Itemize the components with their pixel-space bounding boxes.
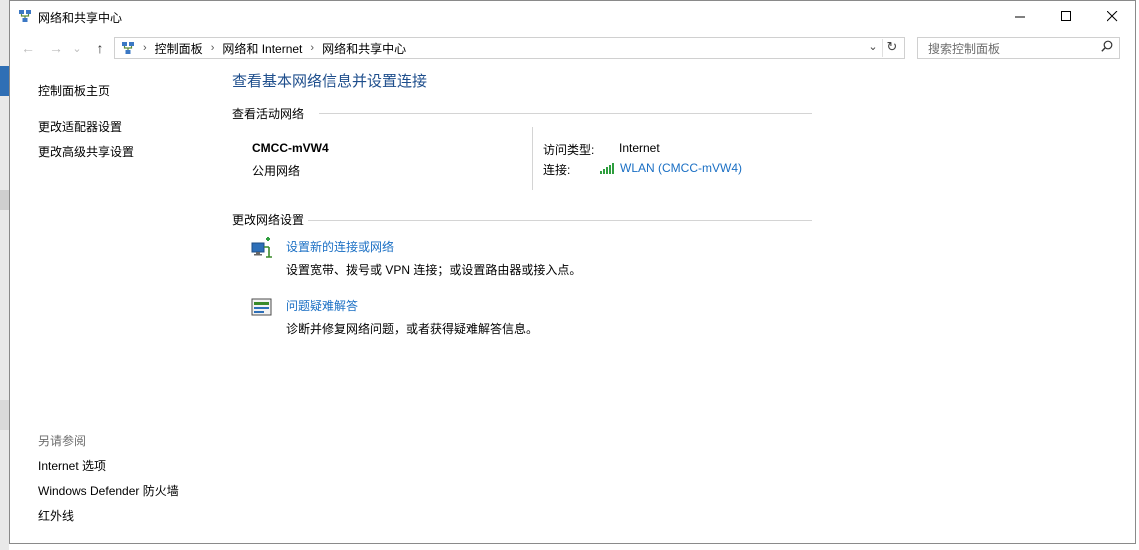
section-divider — [319, 113, 812, 114]
breadcrumb-separator[interactable]: › — [139, 42, 151, 54]
address-dropdown-icon[interactable]: ⌄ — [866, 40, 880, 56]
wlan-connection-link[interactable]: WLAN (CMCC-mVW4) — [600, 161, 742, 175]
background-window-fragment — [0, 66, 9, 96]
change-settings-header: 更改网络设置 — [232, 213, 305, 227]
wifi-signal-icon — [600, 163, 614, 174]
network-sharing-window: 网络和共享中心 ← → ⌄ ↑ › 控制面板 › 网络和 Internet › … — [9, 0, 1136, 544]
forward-arrow-icon: → — [49, 40, 63, 56]
sidebar-item-firewall[interactable]: Windows Defender 防火墙 — [38, 482, 179, 499]
background-desktop — [0, 0, 9, 550]
back-button[interactable]: ← — [18, 38, 38, 58]
breadcrumb-control-panel[interactable]: 控制面板 — [151, 40, 207, 57]
maximize-icon — [1060, 11, 1071, 21]
section-divider — [308, 220, 812, 221]
network-category-link[interactable]: 公用网络 — [252, 162, 300, 179]
new-connection-icon — [251, 237, 272, 258]
minimize-button[interactable] — [997, 1, 1043, 32]
network-info-divider — [532, 127, 533, 190]
sidebar-item-adapter-settings[interactable]: 更改适配器设置 — [38, 118, 122, 135]
back-arrow-icon: ← — [21, 40, 35, 56]
minimize-icon — [1014, 16, 1025, 18]
up-button[interactable]: ↑ — [90, 38, 110, 58]
sidebar-item-control-panel-home[interactable]: 控制面板主页 — [38, 82, 110, 99]
forward-button[interactable]: → — [46, 38, 66, 58]
refresh-icon[interactable]: ↻ — [882, 39, 901, 57]
page-title: 查看基本网络信息并设置连接 — [232, 73, 428, 90]
navigation-bar: ← → ⌄ ↑ › 控制面板 › 网络和 Internet › 网络和共享中心 … — [10, 35, 1135, 61]
troubleshoot-link[interactable]: 问题疑难解答 — [286, 297, 358, 314]
breadcrumb: › 控制面板 › 网络和 Internet › 网络和共享中心 — [139, 40, 410, 57]
sidebar-item-advanced-sharing[interactable]: 更改高级共享设置 — [38, 143, 134, 160]
connections-label: 连接: — [543, 163, 571, 177]
wlan-connection-label[interactable]: WLAN (CMCC-mVW4) — [620, 161, 742, 175]
active-networks-header: 查看活动网络 — [232, 107, 305, 121]
troubleshoot-description: 诊断并修复网络问题，或者获得疑难解答信息。 — [286, 322, 539, 336]
maximize-button[interactable] — [1043, 1, 1089, 32]
chevron-down-icon: ⌄ — [72, 42, 82, 55]
network-sharing-icon — [19, 10, 31, 22]
access-type-label: 访问类型: — [543, 143, 595, 157]
breadcrumb-network-internet[interactable]: 网络和 Internet — [218, 40, 306, 57]
search-box[interactable] — [917, 37, 1120, 59]
breadcrumb-separator[interactable]: › — [207, 42, 219, 54]
sidebar-item-internet-options[interactable]: Internet 选项 — [38, 457, 106, 474]
up-arrow-icon: ↑ — [96, 40, 104, 56]
search-input[interactable] — [926, 39, 1100, 59]
setup-connection-description: 设置宽带、拨号或 VPN 连接；或设置路由器或接入点。 — [286, 263, 582, 277]
close-icon — [1106, 11, 1117, 22]
troubleshoot-icon — [251, 298, 272, 316]
search-icon[interactable] — [1101, 40, 1113, 52]
setup-connection-link[interactable]: 设置新的连接或网络 — [286, 238, 394, 255]
access-type-value: Internet — [619, 141, 660, 155]
breadcrumb-network-sharing-center[interactable]: 网络和共享中心 — [318, 40, 410, 57]
breadcrumb-separator[interactable]: › — [306, 42, 318, 54]
see-also-heading: 另请参阅 — [38, 434, 87, 448]
address-bar[interactable]: › 控制面板 › 网络和 Internet › 网络和共享中心 ⌄ ↻ — [114, 37, 905, 59]
background-window-fragment — [0, 400, 9, 430]
sidebar-item-infrared[interactable]: 红外线 — [38, 507, 74, 524]
network-name: CMCC-mVW4 — [252, 141, 329, 155]
control-panel-icon — [122, 42, 134, 54]
close-button[interactable] — [1089, 1, 1135, 32]
background-window-fragment — [0, 190, 9, 210]
recent-locations-button[interactable]: ⌄ — [70, 38, 84, 58]
window-title: 网络和共享中心 — [38, 11, 123, 25]
title-bar[interactable]: 网络和共享中心 — [10, 1, 1135, 32]
